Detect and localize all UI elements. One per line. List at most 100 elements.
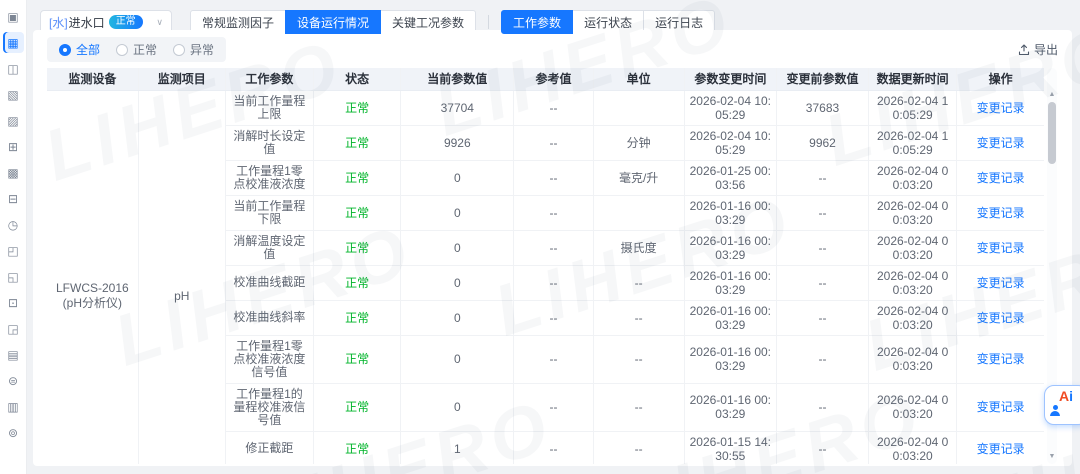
column-header: 参数变更时间 <box>684 68 776 90</box>
scroll-up-arrow-icon[interactable]: ▲ <box>1047 90 1057 100</box>
reference-value-cell: -- <box>514 230 593 265</box>
sidebar-icon-6[interactable]: ⊞ <box>3 136 24 157</box>
radio-icon <box>116 44 128 56</box>
update-time-cell: 2026-02-04 10:05:29 <box>869 90 957 125</box>
current-value-cell: 0 <box>401 335 514 383</box>
change-time-cell: 2026-01-16 00:03:29 <box>684 300 776 335</box>
status-cell: 正常 <box>314 195 401 230</box>
filter-radio-3[interactable]: 异常 <box>173 41 214 58</box>
change-record-link[interactable]: 变更记录 <box>977 136 1025 150</box>
action-cell: 变更记录 <box>957 230 1044 265</box>
tab-2-1[interactable]: 工作参数 <box>501 10 573 34</box>
sidebar-icon-5[interactable]: ▨ <box>3 110 24 131</box>
action-cell: 变更记录 <box>957 383 1044 431</box>
column-header: 参考值 <box>514 68 593 90</box>
update-time-cell: 2026-02-04 00:03:20 <box>869 230 957 265</box>
column-header: 工作参数 <box>225 68 313 90</box>
sidebar-icon-16[interactable]: ▥ <box>3 396 24 417</box>
change-record-link[interactable]: 变更记录 <box>977 311 1025 325</box>
reference-value-cell: -- <box>514 125 593 160</box>
column-header: 监测项目 <box>138 68 225 90</box>
ai-assistant-button[interactable]: Ai <box>1044 385 1080 425</box>
unit-cell: -- <box>593 383 684 431</box>
status-cell: 正常 <box>314 160 401 195</box>
left-sidebar: ▣ ▦ ◫ ▧ ▨ ⊞ ▩ ⊟ ◷ ◰ ◱ ⊡ ◲ ▤ ⊜ ▥ ⊚ <box>0 0 27 474</box>
column-header: 变更前参数值 <box>776 68 868 90</box>
change-record-link[interactable]: 变更记录 <box>977 276 1025 290</box>
station-name-label: 进水口 <box>69 14 105 31</box>
previous-value-cell: -- <box>776 300 868 335</box>
sidebar-icon-1[interactable]: ▣ <box>3 6 24 27</box>
current-value-cell: 1 <box>401 431 514 464</box>
table-zone: 监测设备监测项目工作参数状态当前参数值参考值单位参数变更时间变更前参数值数据更新… <box>47 68 1058 464</box>
change-record-link[interactable]: 变更记录 <box>977 171 1025 185</box>
current-value-cell: 0 <box>401 160 514 195</box>
status-filter-group: 全部 正常异常 <box>47 37 226 62</box>
card-header: 全部 正常异常 导出 <box>33 30 1072 68</box>
tab-1-2[interactable]: 设备运行情况 <box>285 10 381 34</box>
column-header: 状态 <box>314 68 401 90</box>
reference-value-cell: -- <box>514 300 593 335</box>
current-value-cell: 0 <box>401 300 514 335</box>
radio-label: 正常 <box>133 41 157 58</box>
change-time-cell: 2026-01-16 00:03:29 <box>684 230 776 265</box>
scrollbar-thumb[interactable] <box>1048 102 1056 164</box>
change-record-link[interactable]: 变更记录 <box>977 400 1025 414</box>
sidebar-icon-9[interactable]: ◷ <box>3 214 24 235</box>
sidebar-icon-4[interactable]: ▧ <box>3 84 24 105</box>
radio-label: 全部 <box>76 41 100 58</box>
change-record-link[interactable]: 变更记录 <box>977 352 1025 366</box>
column-header: 操作 <box>957 68 1044 90</box>
sidebar-icon-2[interactable]: ▦ <box>3 32 24 53</box>
change-record-link[interactable]: 变更记录 <box>977 442 1025 456</box>
sidebar-icon-3[interactable]: ◫ <box>3 58 24 79</box>
filter-radio-2[interactable]: 正常 <box>116 41 157 58</box>
sidebar-icon-11[interactable]: ◱ <box>3 266 24 287</box>
monitor-item-cell: pH <box>138 90 225 464</box>
reference-value-cell: -- <box>514 195 593 230</box>
param-cell: 校准曲线斜率 <box>225 300 313 335</box>
status-cell: 正常 <box>314 90 401 125</box>
sidebar-icon-13[interactable]: ◲ <box>3 318 24 339</box>
change-record-link[interactable]: 变更记录 <box>977 101 1025 115</box>
column-header: 当前参数值 <box>401 68 514 90</box>
param-cell: 工作量程1零点校准液浓度 <box>225 160 313 195</box>
filter-radio-1[interactable]: 全部 <box>59 41 100 58</box>
sidebar-icon-15[interactable]: ⊜ <box>3 370 24 391</box>
main-area: [水] 进水口 正常 ∨ 常规监测因子设备运行情况关键工况参数工作参数运行状态运… <box>27 0 1080 474</box>
status-cell: 正常 <box>314 125 401 160</box>
export-icon <box>1018 44 1030 56</box>
current-value-cell: 0 <box>401 265 514 300</box>
export-button[interactable]: 导出 <box>1018 41 1058 58</box>
action-cell: 变更记录 <box>957 431 1044 464</box>
chevron-down-icon: ∨ <box>156 17 163 28</box>
sidebar-icon-17[interactable]: ⊚ <box>3 422 24 443</box>
reference-value-cell: -- <box>514 335 593 383</box>
station-type-label: [水] <box>49 14 68 31</box>
param-cell: 消解温度设定值 <box>225 230 313 265</box>
update-time-cell: 2026-02-04 00:03:20 <box>869 195 957 230</box>
update-time-cell: 2026-02-04 00:03:20 <box>869 335 957 383</box>
sidebar-icon-12[interactable]: ⊡ <box>3 292 24 313</box>
current-value-cell: 0 <box>401 230 514 265</box>
action-cell: 变更记录 <box>957 195 1044 230</box>
param-cell: 当前工作量程下限 <box>225 195 313 230</box>
change-record-link[interactable]: 变更记录 <box>977 241 1025 255</box>
content-card: 全部正常异常 导出 监测设备监测项目工作参数状态当前参数值参考值单位参数变更时间… <box>33 30 1072 466</box>
change-record-link[interactable]: 变更记录 <box>977 206 1025 220</box>
device-cell: LFWCS-2016(pH分析仪) <box>47 90 138 464</box>
previous-value-cell: -- <box>776 195 868 230</box>
unit-cell <box>593 195 684 230</box>
action-cell: 变更记录 <box>957 125 1044 160</box>
change-time-cell: 2026-01-16 00:03:29 <box>684 265 776 300</box>
param-cell: 修正截距 <box>225 431 313 464</box>
sidebar-icon-10[interactable]: ◰ <box>3 240 24 261</box>
unit-cell: -- <box>593 335 684 383</box>
sidebar-icon-8[interactable]: ⊟ <box>3 188 24 209</box>
status-cell: 正常 <box>314 383 401 431</box>
sidebar-icon-7[interactable]: ▩ <box>3 162 24 183</box>
scroll-down-arrow-icon[interactable]: ▼ <box>1047 452 1057 462</box>
sidebar-icon-14[interactable]: ▤ <box>3 344 24 365</box>
reference-value-cell: -- <box>514 383 593 431</box>
column-header: 数据更新时间 <box>869 68 957 90</box>
